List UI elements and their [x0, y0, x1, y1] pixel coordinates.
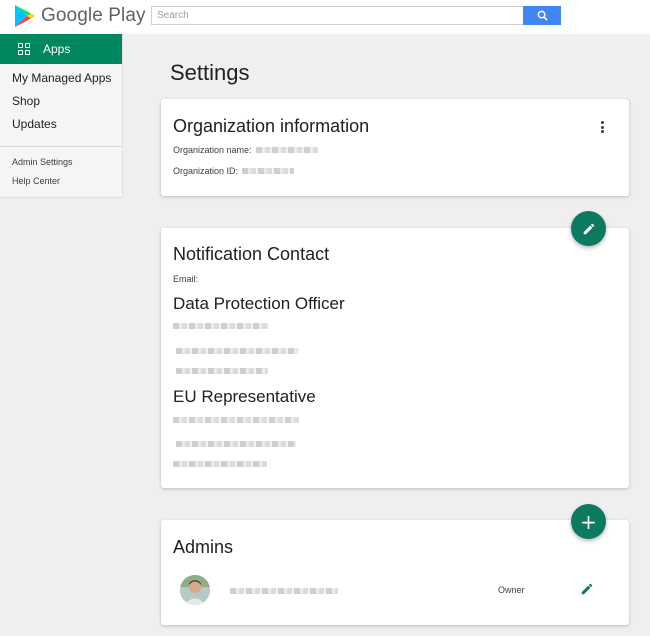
email-label: Email:: [173, 274, 199, 284]
organization-name-field: Organization name:: [173, 145, 318, 155]
redacted-value: [173, 323, 269, 329]
admin-row: Owner: [161, 572, 629, 608]
redacted-value: [255, 147, 318, 153]
redacted-value: [176, 348, 298, 354]
organization-card-title: Organization information: [173, 116, 370, 136]
avatar: [180, 575, 210, 605]
admins-title: Admins: [173, 537, 234, 557]
organization-id-label: Organization ID:: [173, 166, 239, 176]
sidebar-item-shop[interactable]: Shop: [0, 90, 122, 113]
sidebar-item-apps[interactable]: Apps: [0, 34, 122, 64]
sidebar-item-admin-settings[interactable]: Admin Settings: [0, 153, 122, 172]
organization-name-label: Organization name:: [173, 145, 252, 155]
edit-icon: [581, 583, 593, 595]
admin-role: Owner: [498, 585, 525, 595]
google-play-logo[interactable]: Google Play: [14, 3, 146, 29]
organization-card: Organization information Organization na…: [161, 99, 629, 196]
redacted-value: [173, 461, 267, 467]
sidebar: Apps My Managed Apps Shop Updates Admin …: [0, 34, 123, 198]
redacted-value: [176, 441, 296, 447]
more-options-button[interactable]: [595, 119, 609, 135]
more-vert-icon: [600, 121, 604, 124]
top-bar: Google Play: [0, 0, 650, 34]
edit-icon: [583, 223, 594, 234]
redacted-value: [173, 417, 299, 423]
page-title: Settings: [170, 60, 250, 85]
search-icon: [537, 10, 548, 21]
sidebar-item-updates[interactable]: Updates: [0, 113, 122, 136]
email-field: Email:: [173, 274, 198, 284]
redacted-value: [230, 588, 338, 594]
google-play-logo-icon: [15, 5, 35, 27]
sidebar-item-help-center[interactable]: Help Center: [0, 172, 122, 191]
add-admin-button[interactable]: +: [571, 504, 606, 539]
apps-grid-icon: [18, 43, 30, 55]
organization-id-field: Organization ID:: [173, 166, 295, 176]
search-input[interactable]: [151, 6, 523, 25]
edit-notification-contact-button[interactable]: [571, 211, 606, 246]
admins-card: Admins Owner: [161, 520, 629, 625]
sidebar-item-my-managed-apps[interactable]: My Managed Apps: [0, 67, 122, 90]
redacted-value: [176, 368, 268, 374]
brand-name: Google Play: [41, 5, 146, 26]
data-protection-officer-title: Data Protection Officer: [173, 294, 345, 313]
add-icon: +: [580, 509, 597, 534]
notification-contact-card: Notification Contact Email: Data Protect…: [161, 228, 629, 488]
search-bar: [151, 6, 561, 25]
redacted-value: [242, 168, 295, 174]
search-button[interactable]: [523, 6, 561, 25]
edit-admin-button[interactable]: [580, 582, 596, 598]
eu-representative-title: EU Representative: [173, 387, 316, 406]
sidebar-item-label: Apps: [43, 42, 71, 56]
notification-contact-title: Notification Contact: [173, 244, 330, 264]
